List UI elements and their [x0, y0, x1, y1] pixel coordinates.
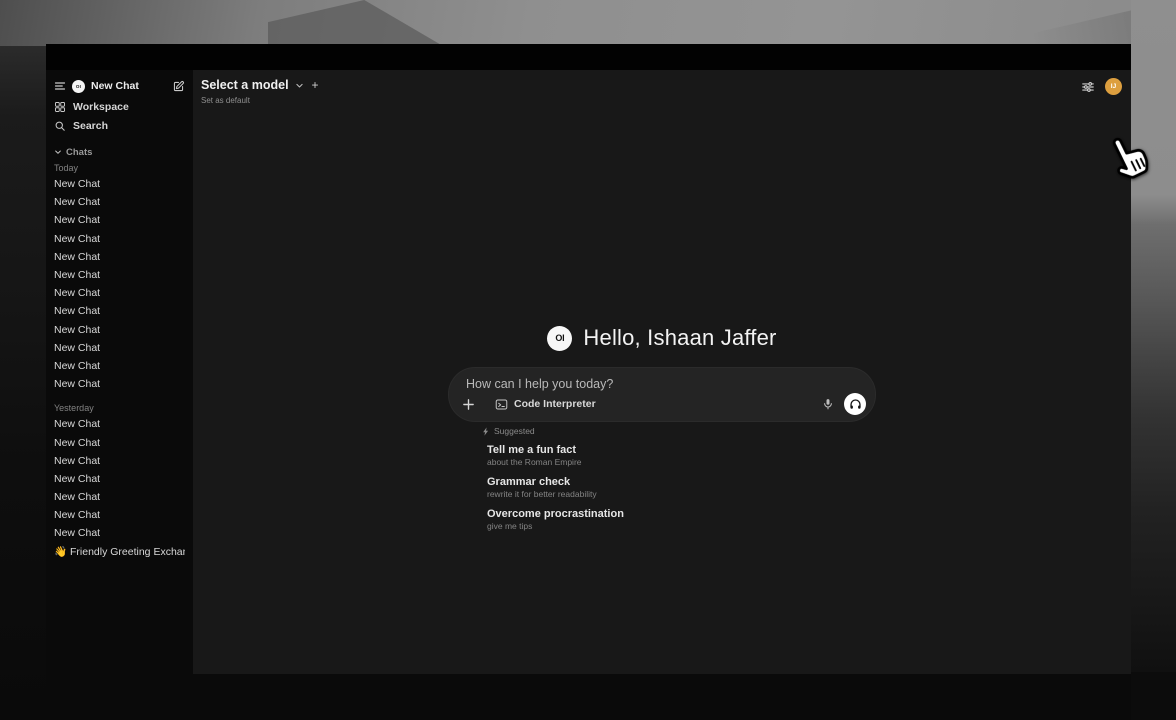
chat-list-item[interactable]: New Chat [54, 375, 185, 393]
desktop-wallpaper-bottom [46, 674, 1131, 720]
chat-list-item[interactable]: New Chat [54, 284, 185, 302]
suggestion-list: Tell me a fun fact about the Roman Empir… [482, 444, 842, 532]
settings-sliders-icon[interactable] [1081, 80, 1095, 94]
chat-list-item[interactable]: New Chat [54, 433, 185, 451]
magnifier-icon [54, 120, 66, 132]
chat-list-item[interactable]: New Chat [54, 230, 185, 248]
chat-list-item[interactable]: New Chat [54, 266, 185, 284]
chat-list-item[interactable]: New Chat [54, 321, 185, 339]
chat-list-item[interactable]: New Chat [54, 415, 185, 433]
microphone-icon[interactable] [822, 398, 834, 410]
suggestion-item[interactable]: Grammar check rewrite it for better read… [487, 476, 842, 500]
sidebar-title: New Chat [91, 80, 166, 92]
menu-icon[interactable] [54, 80, 66, 92]
suggestion-title: Overcome procrastination [487, 508, 842, 521]
chat-list-item[interactable]: New Chat [54, 339, 185, 357]
desktop-wallpaper-right [1131, 0, 1176, 672]
greeting-text: Hello, Ishaan Jaffer [583, 325, 776, 351]
headphones-icon [849, 398, 862, 411]
suggestion-title: Tell me a fun fact [487, 444, 842, 457]
model-header: Select a model + Set as default [201, 78, 319, 105]
chat-list-item[interactable]: New Chat [54, 524, 185, 542]
suggested-header: Suggested [482, 425, 842, 437]
chats-section-toggle[interactable]: Chats [54, 145, 185, 159]
chat-list-item[interactable]: New Chat [54, 302, 185, 320]
chat-list-item[interactable]: New Chat [54, 506, 185, 524]
chat-list-item[interactable]: New Chat [54, 193, 185, 211]
suggestion-title: Grammar check [487, 476, 842, 489]
chat-list-item[interactable]: New Chat [54, 488, 185, 506]
chat-list-item[interactable]: New Chat [54, 211, 185, 229]
user-avatar[interactable]: IJ [1105, 78, 1122, 95]
new-chat-pencil-icon[interactable] [172, 80, 185, 93]
code-interpreter-label: Code Interpreter [514, 398, 596, 410]
input-toolbar: Code Interpreter [462, 393, 866, 415]
suggested-section: Suggested Tell me a fun fact about the R… [482, 425, 842, 540]
code-interpreter-toggle[interactable]: Code Interpreter [495, 398, 596, 411]
attach-plus-button[interactable] [462, 398, 475, 411]
lightning-icon [482, 427, 490, 436]
header-right-controls: IJ [1081, 78, 1122, 95]
greeting-row: OI Hello, Ishaan Jaffer [447, 325, 877, 351]
grid-icon [54, 101, 66, 113]
message-input-box[interactable]: How can I help you today? Code Interpret… [449, 368, 875, 421]
desktop-wallpaper-left [0, 46, 46, 720]
window-top-bar [46, 44, 1131, 70]
suggested-label: Suggested [494, 426, 535, 436]
set-as-default-button[interactable]: Set as default [201, 96, 319, 105]
search-label: Search [73, 120, 108, 132]
sidebar-header: OI New Chat [54, 75, 185, 97]
app-logo: OI [72, 80, 85, 93]
chat-list-item[interactable]: New Chat [54, 452, 185, 470]
chat-list-yesterday: New Chat New Chat New Chat New Chat New … [54, 415, 185, 542]
model-selector[interactable]: Select a model + [201, 78, 319, 92]
app-logo: OI [547, 326, 572, 351]
chat-list-item-named[interactable]: 👋 Friendly Greeting Exchange [54, 543, 185, 561]
chat-list-today: New Chat New Chat New Chat New Chat New … [54, 175, 185, 393]
chats-label: Chats [66, 147, 92, 158]
sidebar: OI New Chat Workspace Search [46, 70, 193, 674]
chevron-down-icon [295, 81, 304, 90]
suggestion-subtitle: give me tips [487, 521, 842, 532]
chat-list-item[interactable]: New Chat [54, 175, 185, 193]
date-group-today: Today [54, 161, 185, 175]
model-selector-label: Select a model [201, 78, 289, 92]
suggestion-subtitle: about the Roman Empire [487, 457, 842, 468]
chat-list-item[interactable]: New Chat [54, 357, 185, 375]
chevron-down-icon [54, 148, 62, 156]
suggestion-item[interactable]: Tell me a fun fact about the Roman Empir… [487, 444, 842, 468]
suggestion-subtitle: rewrite it for better readability [487, 489, 842, 500]
add-model-button[interactable]: + [312, 78, 319, 92]
message-input-placeholder: How can I help you today? [466, 377, 613, 391]
chat-list-item[interactable]: New Chat [54, 470, 185, 488]
sidebar-item-search[interactable]: Search [54, 116, 185, 135]
sidebar-item-workspace[interactable]: Workspace [54, 97, 185, 116]
center-column: OI Hello, Ishaan Jaffer How can I help y… [447, 70, 877, 674]
voice-call-button[interactable] [844, 393, 866, 415]
open-webui-window: OI New Chat Workspace Search [46, 44, 1131, 674]
desktop-wallpaper-top [0, 0, 1176, 46]
command-line-icon [495, 398, 508, 411]
workspace-label: Workspace [73, 101, 129, 113]
suggestion-item[interactable]: Overcome procrastination give me tips [487, 508, 842, 532]
chat-list-item[interactable]: New Chat [54, 248, 185, 266]
main-area: Select a model + Set as default IJ OI He [193, 70, 1131, 674]
date-group-yesterday: Yesterday [54, 401, 185, 415]
